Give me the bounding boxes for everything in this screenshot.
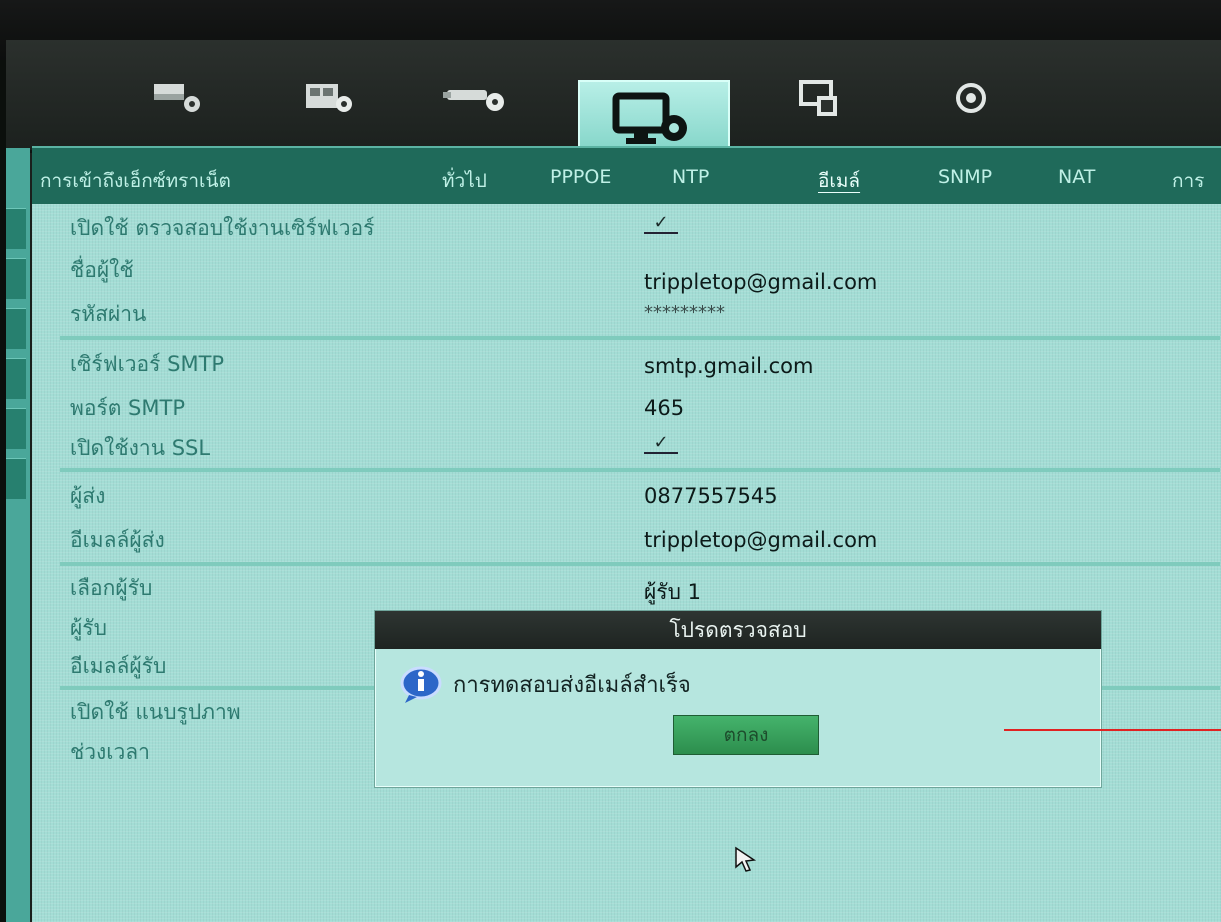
network-settings-icon[interactable] xyxy=(106,58,256,138)
ssl-label: เปิดใช้งาน SSL xyxy=(70,436,211,460)
select-recipient-label: เลือกผู้รับ xyxy=(70,576,153,600)
ssl-row: เปิดใช้งาน SSL ✓ xyxy=(60,426,1220,470)
maintenance-icon[interactable] xyxy=(746,58,896,138)
dvr-screen: การเข้าถึงเอ็กซ์ทราเน็ต ทั่วไป PPPOE NTP… xyxy=(6,40,1221,922)
tab-ntp[interactable]: NTP xyxy=(672,166,709,188)
smtp-port-row: พอร์ต SMTP 465 xyxy=(60,386,1220,430)
dialog-title: โปรดตรวจสอบ xyxy=(375,611,1101,649)
password-field[interactable]: ********* xyxy=(644,302,725,323)
sender-email-field[interactable]: trippletop@gmail.com xyxy=(644,528,877,552)
device-settings-icon[interactable] xyxy=(406,58,556,138)
tab-nat[interactable]: NAT xyxy=(1058,166,1095,188)
username-field[interactable]: trippletop@gmail.com xyxy=(644,270,877,294)
smtp-port-field[interactable]: 465 xyxy=(644,396,684,420)
tab-pppoe[interactable]: PPPOE xyxy=(550,166,611,188)
info-icon xyxy=(399,665,443,705)
camera-icon[interactable] xyxy=(6,58,36,138)
mouse-cursor-icon xyxy=(734,846,758,876)
sender-field[interactable]: 0877557545 xyxy=(644,484,778,508)
annotation-line xyxy=(1004,729,1221,731)
record-settings-icon[interactable] xyxy=(256,58,406,138)
tab-more[interactable]: การ xyxy=(1172,166,1204,196)
enable-auth-row: เปิดใช้ ตรวจสอบใช้งานเซิร์ฟเวอร์ ✓ xyxy=(60,206,1220,250)
test-result-dialog: โปรดตรวจสอบ การทดสอบส่งอีเมล์สำเร็จ ตกลง xyxy=(374,610,1102,788)
select-recipient-row: เลือกผู้รับ ผู้รับ 1 xyxy=(60,566,1220,610)
ok-button[interactable]: ตกลง xyxy=(673,715,819,755)
dialog-message: การทดสอบส่งอีเมล์สำเร็จ xyxy=(453,673,691,698)
top-icon-toolbar xyxy=(6,40,1221,160)
sender-row: ผู้ส่ง 0877557545 xyxy=(60,474,1220,518)
smtp-port-label: พอร์ต SMTP xyxy=(70,396,185,420)
tab-bar: การเข้าถึงเอ็กซ์ทราเน็ต ทั่วไป PPPOE NTP… xyxy=(32,146,1221,204)
divider xyxy=(60,336,1220,340)
smtp-server-row: เซิร์ฟเวอร์ SMTP smtp.gmail.com xyxy=(60,342,1220,386)
enable-auth-checkbox[interactable]: ✓ xyxy=(644,214,678,234)
sender-label: ผู้ส่ง xyxy=(70,484,106,508)
left-side-strip xyxy=(6,148,30,922)
tab-general[interactable]: ทั่วไป xyxy=(442,166,487,196)
recipient-label: ผู้รับ xyxy=(70,616,107,640)
recipient-email-label: อีเมลล์ผู้รับ xyxy=(70,654,167,678)
divider xyxy=(60,468,1220,472)
select-recipient-dropdown[interactable]: ผู้รับ 1 xyxy=(644,576,701,609)
password-label: รหัสผ่าน xyxy=(70,302,147,326)
tab-snmp[interactable]: SNMP xyxy=(938,166,992,188)
sender-email-label: อีเมลล์ผู้ส่ง xyxy=(70,528,165,552)
smtp-server-field[interactable]: smtp.gmail.com xyxy=(644,354,814,378)
network-settings-panel: การเข้าถึงเอ็กซ์ทราเน็ต ทั่วไป PPPOE NTP… xyxy=(32,146,1221,922)
password-row: รหัสผ่าน ********* xyxy=(60,292,1220,336)
tab-email[interactable]: อีเมล์ xyxy=(818,166,860,196)
tab-extranet-access[interactable]: การเข้าถึงเอ็กซ์ทราเน็ต xyxy=(40,166,231,196)
shutdown-icon[interactable] xyxy=(896,58,1046,138)
enable-auth-label: เปิดใช้ ตรวจสอบใช้งานเซิร์ฟเวอร์ xyxy=(70,216,375,240)
ssl-checkbox[interactable]: ✓ xyxy=(644,434,678,454)
interval-label: ช่วงเวลา xyxy=(70,740,150,764)
username-row: ชื่อผู้ใช้ trippletop@gmail.com xyxy=(60,248,1220,294)
sender-email-row: อีเมลล์ผู้ส่ง trippletop@gmail.com xyxy=(60,518,1220,562)
username-label: ชื่อผู้ใช้ xyxy=(70,258,134,282)
attach-image-label: เปิดใช้ แนบรูปภาพ xyxy=(70,700,241,724)
smtp-server-label: เซิร์ฟเวอร์ SMTP xyxy=(70,352,225,376)
